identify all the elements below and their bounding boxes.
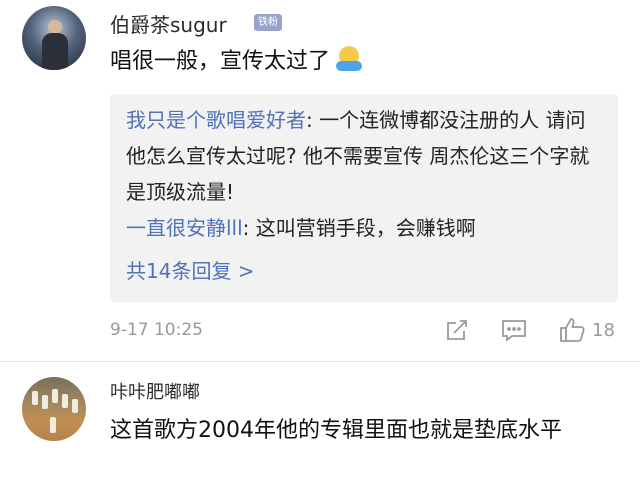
- avatar-figure-head: [48, 20, 62, 34]
- avatar-figure-body: [42, 33, 68, 70]
- fan-badge: 铁粉: [254, 14, 282, 31]
- username[interactable]: 伯爵茶sugur: [110, 9, 227, 38]
- share-button[interactable]: [444, 314, 470, 346]
- hug-emoji-icon: [336, 46, 363, 72]
- divider: [0, 361, 640, 362]
- comment-text-content: 唱很一般，宣传太过了: [110, 49, 331, 74]
- reply-item[interactable]: 一直很安静lll: 这叫营销手段，会赚钱啊: [126, 210, 604, 246]
- reply-item[interactable]: 我只是个歌唱爱好者: 一个连微博都没注册的人 请问他怎么宣传太过呢? 他不需要宣…: [126, 102, 604, 210]
- username[interactable]: 咔咔肥嘟嘟: [110, 378, 200, 404]
- like-button[interactable]: 18: [558, 314, 615, 346]
- comment-button[interactable]: [500, 314, 528, 346]
- reply-username[interactable]: 一直很安静lll: [126, 216, 243, 240]
- thumbs-up-icon: [560, 318, 585, 342]
- more-replies-link[interactable]: 共14条回复 >: [126, 258, 255, 284]
- comment-item: 咔咔肥嘟嘟 这首歌方2004年他的专辑里面也就是垫底水平: [0, 363, 640, 492]
- reply-text: : 这叫营销手段，会赚钱啊: [242, 216, 476, 240]
- avatar[interactable]: [22, 377, 86, 441]
- share-icon: [447, 320, 467, 340]
- comment-item: 伯爵茶sugur 铁粉 唱很一般，宣传太过了 我只是个歌唱爱好者: 一个连微博都…: [0, 0, 640, 362]
- avatar[interactable]: [22, 6, 86, 70]
- like-count: 18: [592, 319, 615, 341]
- reply-box[interactable]: 我只是个歌唱爱好者: 一个连微博都没注册的人 请问他怎么宣传太过呢? 他不需要宣…: [110, 94, 618, 302]
- comment-text: 这首歌方2004年他的专辑里面也就是垫底水平: [110, 418, 562, 443]
- comment-icon: [502, 320, 526, 342]
- comment-text: 唱很一般，宣传太过了: [110, 44, 363, 80]
- reply-username[interactable]: 我只是个歌唱爱好者: [126, 108, 306, 132]
- timestamp: 9-17 10:25: [110, 320, 203, 340]
